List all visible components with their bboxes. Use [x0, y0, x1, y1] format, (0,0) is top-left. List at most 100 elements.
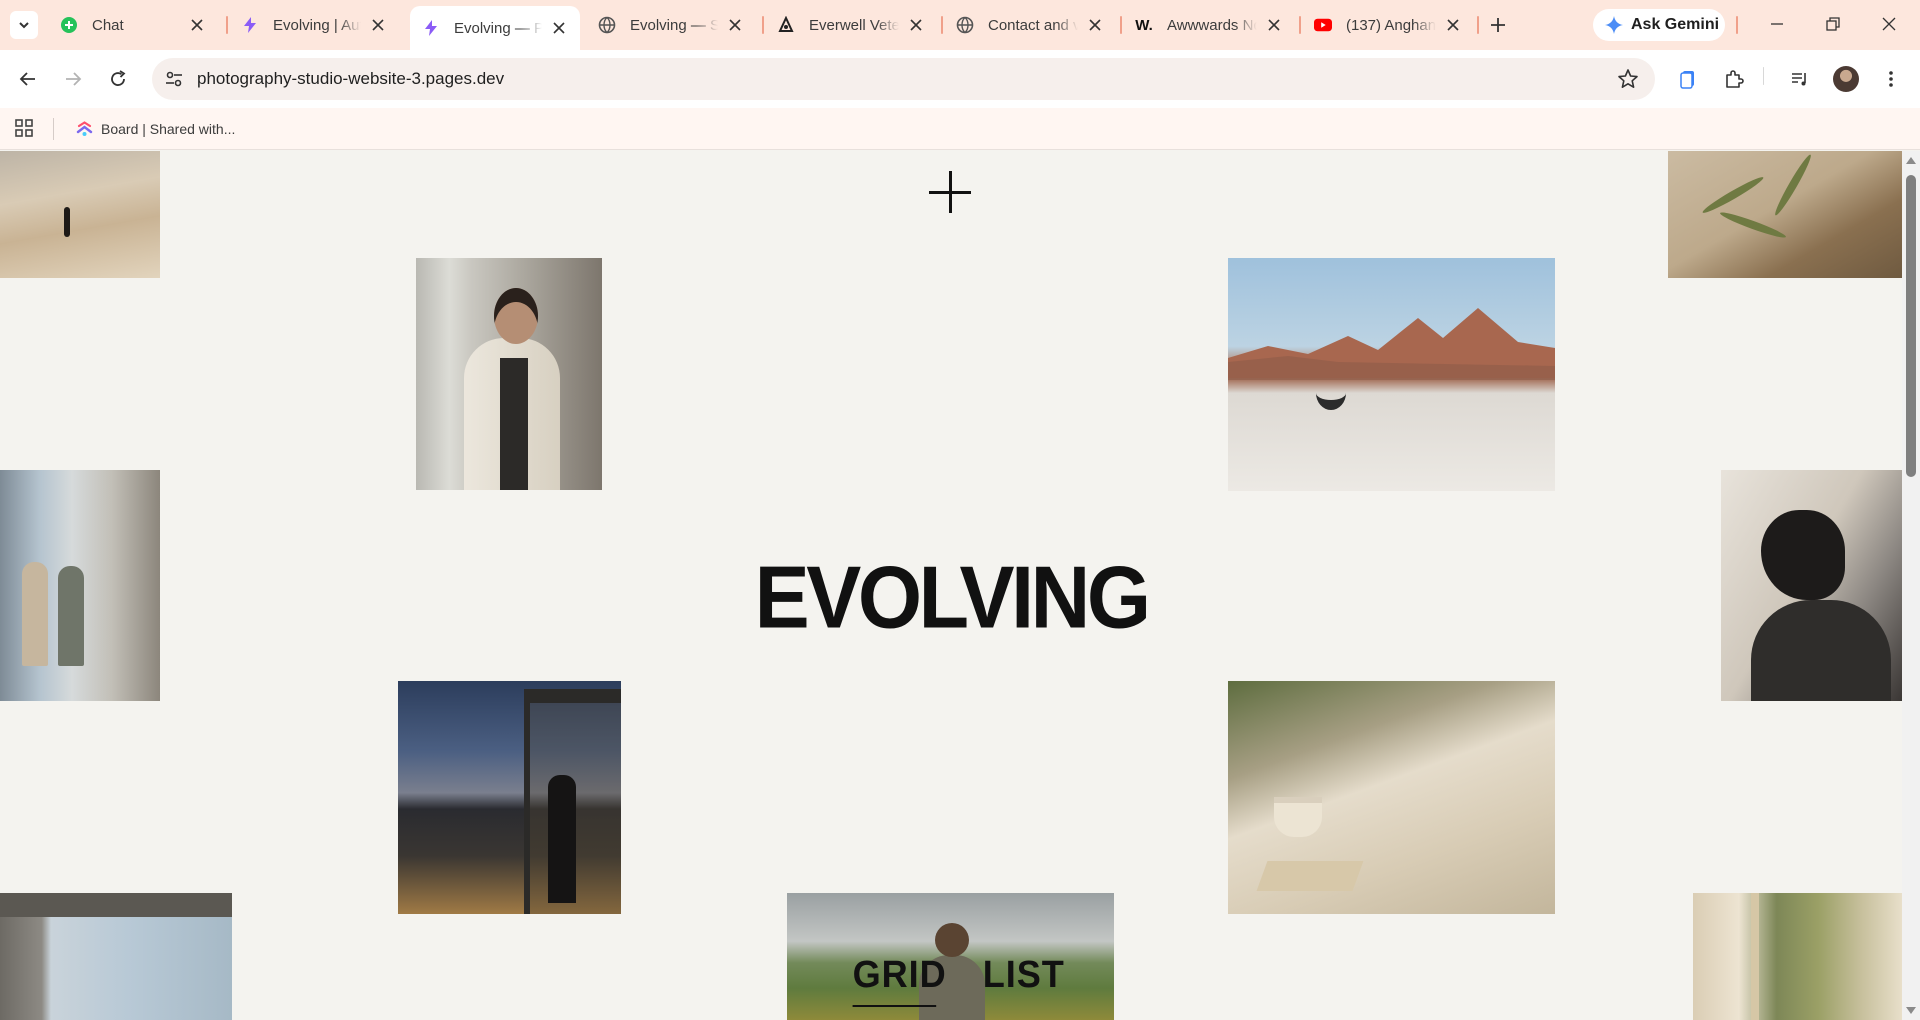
extensions-menu-button[interactable]: [1721, 66, 1747, 92]
kebab-menu-icon: [1889, 71, 1893, 87]
plant-on-linen-photo[interactable]: [1668, 151, 1902, 278]
globe-icon: [956, 16, 974, 34]
night-window-photo[interactable]: [398, 681, 621, 914]
tab-everwell[interactable]: Everwell Vete: [765, 6, 937, 44]
new-tab-button[interactable]: [1484, 11, 1512, 39]
scroll-down-arrow[interactable]: [1906, 1007, 1916, 1014]
forward-button[interactable]: [59, 65, 87, 93]
hair-shape: [1761, 510, 1845, 600]
view-toggle: GRID LIST: [852, 954, 1065, 1007]
tab-contact[interactable]: Contact and v: [944, 6, 1116, 44]
reload-icon: [111, 70, 126, 86]
close-icon[interactable]: [369, 16, 387, 34]
tab-title: (137) Anghan: [1346, 16, 1436, 34]
copy-extension-icon: [1680, 71, 1694, 89]
bookmark-label: Board | Shared with...: [101, 121, 236, 137]
close-icon[interactable]: [550, 19, 568, 37]
scrollbar-thumb[interactable]: [1906, 175, 1916, 477]
profile-avatar[interactable]: [1833, 66, 1859, 92]
bookmarks-divider: [53, 118, 54, 140]
close-icon[interactable]: [1086, 16, 1104, 34]
browser-menu-button[interactable]: [1878, 66, 1904, 92]
framer-bolt-icon: [422, 19, 440, 37]
body-shape: [1751, 600, 1891, 701]
tab-youtube[interactable]: (137) Anghan: [1302, 6, 1474, 44]
toolbar-divider: [1763, 67, 1764, 85]
close-icon[interactable]: [188, 16, 206, 34]
standing-figure: [548, 775, 576, 903]
sea-window-photo[interactable]: [0, 893, 232, 1020]
extension-button[interactable]: [1675, 66, 1701, 92]
dune-walker-photo[interactable]: [0, 151, 160, 278]
book-shape: [1256, 861, 1364, 891]
tab-awwwards[interactable]: W. Awwwards Nc: [1123, 6, 1295, 44]
media-control-button[interactable]: [1787, 66, 1813, 92]
cup-shape: [1274, 797, 1322, 837]
page-viewport: EVOLVING GRID LIST: [0, 151, 1902, 1020]
reload-button[interactable]: [104, 65, 132, 93]
chat-icon: [60, 16, 78, 34]
arrow-right-icon: [66, 72, 82, 86]
tab-strip: Chat Evolving | Aut Evolving — Pl Evolvi…: [0, 0, 1920, 50]
tab-title: Chat: [92, 16, 124, 34]
table-still-life-photo[interactable]: [1228, 681, 1555, 914]
clickup-icon: [76, 120, 93, 136]
close-window-button[interactable]: [1877, 12, 1901, 36]
close-icon[interactable]: [726, 16, 744, 34]
chevron-down-icon: [19, 22, 29, 29]
ask-gemini-label: Ask Gemini: [1631, 16, 1720, 33]
tab-title: Everwell Vete: [809, 16, 899, 34]
tab-evolving-active[interactable]: Evolving — Pl: [410, 6, 580, 50]
bookmark-star-icon[interactable]: [1617, 68, 1639, 90]
everwell-icon: [777, 16, 795, 34]
tab-divider: [1299, 16, 1301, 34]
tab-search-button[interactable]: [10, 11, 38, 39]
bookmarks-bar: Board | Shared with...: [0, 108, 1920, 150]
tab-divider: [1736, 16, 1738, 34]
leaf-shape: [1772, 152, 1814, 218]
minimize-button[interactable]: [1765, 12, 1789, 36]
address-bar[interactable]: photography-studio-website-3.pages.dev: [152, 58, 1655, 100]
plus-icon[interactable]: [929, 171, 971, 213]
ask-gemini-button[interactable]: Ask Gemini: [1593, 9, 1725, 41]
garden-window-photo[interactable]: [1693, 893, 1902, 1020]
youtube-icon: [1314, 16, 1332, 34]
grid-view-button[interactable]: GRID: [852, 954, 947, 1007]
window-ledge: [0, 893, 232, 917]
desert-cyclist-photo[interactable]: [1228, 258, 1555, 491]
bookmark-board[interactable]: Board | Shared with...: [76, 116, 235, 142]
list-view-button[interactable]: LIST: [983, 954, 1065, 999]
page-title: EVOLVING: [754, 548, 1151, 647]
close-icon[interactable]: [1265, 16, 1283, 34]
scroll-up-arrow[interactable]: [1906, 157, 1916, 164]
tab-title: Awwwards Nc: [1167, 16, 1257, 34]
site-settings-icon[interactable]: [164, 69, 184, 89]
close-icon[interactable]: [1444, 16, 1462, 34]
gemini-sparkle-icon: [1605, 16, 1623, 34]
globe-icon: [598, 16, 616, 34]
cyclist-figure: [1316, 376, 1346, 410]
tab-evolving-aut[interactable]: Evolving | Aut: [229, 6, 399, 44]
head-shape: [494, 288, 538, 344]
restore-button[interactable]: [1821, 12, 1845, 36]
tab-divider: [941, 16, 943, 34]
walking-figure: [58, 566, 84, 666]
close-icon[interactable]: [907, 16, 925, 34]
browser-toolbar: photography-studio-website-3.pages.dev: [0, 50, 1920, 108]
tab-evolving-st[interactable]: Evolving — St: [586, 6, 756, 44]
close-icon: [1882, 17, 1896, 31]
awwwards-icon: W.: [1135, 16, 1153, 34]
shirt-shape: [500, 358, 528, 490]
arrow-left-icon: [19, 72, 35, 86]
page-scrollbar[interactable]: [1902, 151, 1920, 1020]
url-text[interactable]: photography-studio-website-3.pages.dev: [197, 69, 504, 89]
portrait-by-window-photo[interactable]: [416, 258, 602, 490]
tab-chat[interactable]: Chat: [48, 6, 218, 44]
apps-grid-icon[interactable]: [14, 118, 34, 138]
mountain-range: [1228, 308, 1555, 380]
tab-title: Evolving — Pl: [454, 19, 542, 37]
back-button[interactable]: [14, 65, 42, 93]
walking-figure: [22, 562, 48, 666]
tab-title: Evolving — St: [630, 16, 718, 34]
tab-divider: [226, 16, 228, 34]
